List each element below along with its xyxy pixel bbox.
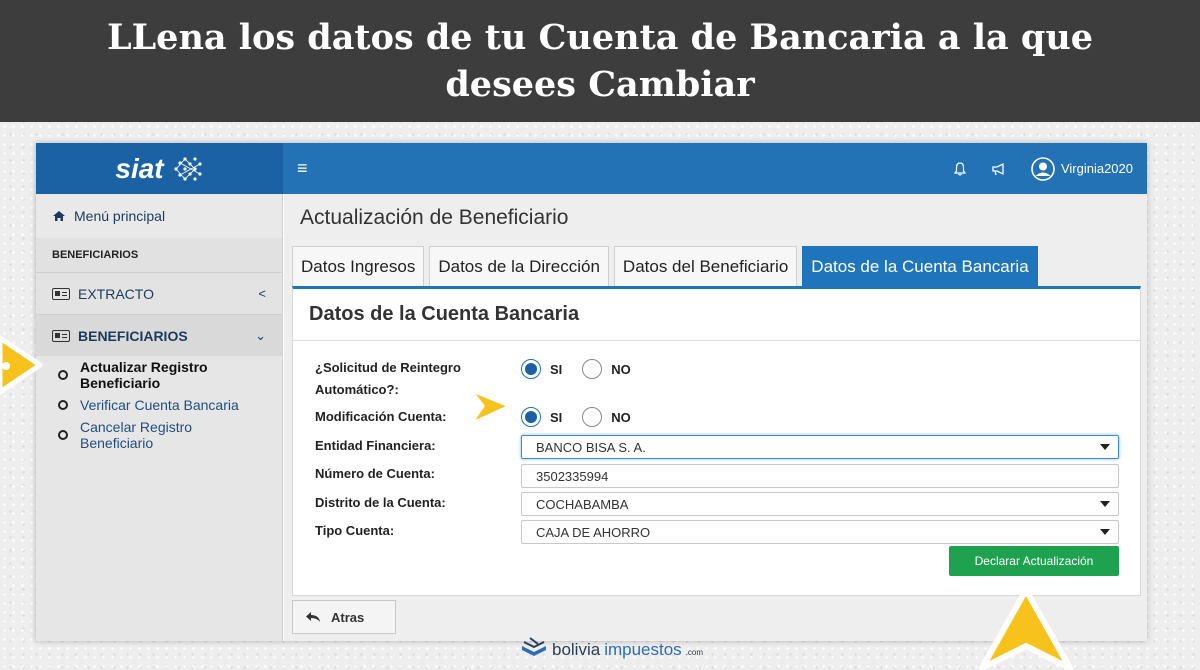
home-icon — [53, 211, 65, 221]
tab-datos-ingresos[interactable]: Datos Ingresos — [292, 246, 425, 286]
username: Virginia2020 — [1060, 161, 1133, 176]
brand-name: siat — [115, 152, 164, 184]
id-card-icon — [52, 329, 70, 342]
book-icon — [522, 637, 546, 656]
modificacion-yes-option[interactable]: SI — [521, 407, 562, 427]
sidebar-group-label: BENEFICIARIOS — [78, 327, 188, 344]
declare-update-button[interactable]: Declarar Actualización — [949, 546, 1119, 576]
sidebar-main-menu-label: Menú principal — [74, 208, 166, 224]
radio-label: NO — [611, 409, 631, 425]
sidebar-main-menu[interactable]: Menú principal — [36, 194, 282, 238]
banner-title: LLena los datos de tu Cuenta de Bancaria… — [106, 17, 1094, 105]
numero-label: Número de Cuenta: — [315, 466, 435, 481]
sidebar-item-verificar[interactable]: Verificar Cuenta Bancaria — [36, 390, 282, 420]
circle-icon — [58, 400, 68, 410]
radio-label: SI — [550, 409, 563, 425]
top-bar: siat ≡ Virginia2020 — [36, 143, 1147, 194]
back-button-label: Atras — [331, 609, 365, 625]
tab-datos-beneficiario[interactable]: Datos del Beneficiario — [613, 246, 798, 286]
reintegro-label-line2: Automático?: — [315, 382, 399, 397]
sidebar-item-cancelar[interactable]: Cancelar Registro Beneficiario — [36, 419, 282, 451]
circle-icon — [58, 430, 68, 440]
tutorial-banner: LLena los datos de tu Cuenta de Bancaria… — [0, 0, 1200, 122]
id-card-icon — [52, 287, 70, 300]
sidebar-section-heading: BENEFICIARIOS — [36, 238, 282, 272]
distrito-value: COCHABAMBA — [536, 496, 629, 512]
tab-datos-cuenta-bancaria[interactable]: Datos de la Cuenta Bancaria — [802, 246, 1038, 286]
numero-value: 3502335994 — [536, 468, 609, 484]
pointer-arrow-left-icon — [0, 335, 43, 395]
modificacion-radio-group: SI NO — [521, 407, 641, 427]
reintegro-yes-radio[interactable] — [521, 359, 541, 379]
radio-label: SI — [550, 361, 563, 377]
logo-text-com: .com — [685, 648, 704, 657]
bank-account-panel: Datos de la Cuenta Bancaria ¿Solicitud d… — [292, 286, 1141, 596]
reintegro-no-radio[interactable] — [582, 359, 603, 379]
reintegro-yes-option[interactable]: SI — [521, 359, 562, 379]
distrito-label: Distrito de la Cuenta: — [315, 495, 446, 510]
circle-icon — [58, 370, 68, 380]
bell-icon[interactable] — [953, 161, 967, 176]
tipo-cuenta-select[interactable]: CAJA DE AHORRO — [521, 520, 1119, 544]
reintegro-label: ¿Solicitud de Reintegro Automático?: — [315, 357, 461, 401]
siat-logo[interactable]: siat — [36, 143, 283, 194]
panel-title: Datos de la Cuenta Bancaria — [293, 289, 1140, 341]
sidebar: Menú principal BENEFICIARIOS EXTRACTO < … — [36, 194, 283, 641]
modificacion-no-radio[interactable] — [582, 407, 603, 427]
sidebar-item-label: Actualizar Registro Beneficiario — [80, 359, 208, 391]
main-content: Actualización de Beneficiario Datos Ingr… — [284, 194, 1147, 641]
chevron-down-icon: ⌄ — [255, 327, 266, 343]
nav-bar: ≡ Virginia2020 — [283, 143, 1147, 194]
caret-down-icon — [1100, 501, 1110, 507]
bolivia-impuestos-logo: bolivia impuestos .com — [520, 636, 703, 660]
tipo-label: Tipo Cuenta: — [315, 523, 395, 538]
tab-bar: Datos Ingresos Datos de la Dirección Dat… — [292, 246, 1038, 286]
caret-down-icon — [1100, 444, 1110, 450]
reintegro-radio-group: SI NO — [521, 359, 641, 379]
sidebar-group-beneficiarios[interactable]: BENEFICIARIOS ⌄ — [36, 314, 282, 356]
pointer-arrow-right-icon — [465, 385, 515, 429]
sidebar-section-label: BENEFICIARIOS — [52, 249, 139, 261]
modificacion-no-option[interactable]: NO — [582, 407, 631, 427]
entidad-financiera-select[interactable]: BANCO BISA S. A. — [521, 435, 1119, 459]
entidad-value: BANCO BISA S. A. — [536, 439, 646, 455]
user-menu[interactable]: Virginia2020 — [1031, 156, 1133, 181]
user-avatar-icon — [1031, 156, 1055, 181]
back-button[interactable]: Atras — [292, 600, 396, 634]
pointer-arrow-up-icon — [979, 587, 1073, 670]
logo-text-bolivia: bolivia — [552, 640, 601, 659]
numero-cuenta-input[interactable]: 3502335994 — [521, 464, 1119, 488]
distrito-cuenta-select[interactable]: COCHABAMBA — [521, 492, 1119, 516]
reintegro-no-option[interactable]: NO — [582, 359, 631, 379]
sidebar-group-label: EXTRACTO — [78, 285, 154, 302]
sidebar-item-actualizar[interactable]: Actualizar Registro Beneficiario — [36, 359, 282, 391]
reintegro-label-line1: ¿Solicitud de Reintegro — [315, 360, 461, 375]
dots-globe-icon — [174, 156, 202, 181]
logo-text-impuestos: impuestos — [604, 640, 682, 659]
sidebar-item-label: Verificar Cuenta Bancaria — [80, 397, 239, 413]
sidebar-group-extracto[interactable]: EXTRACTO < — [36, 272, 282, 314]
tipo-value: CAJA DE AHORRO — [536, 524, 651, 540]
radio-label: NO — [611, 361, 631, 377]
entidad-label: Entidad Financiera: — [315, 438, 436, 453]
modificacion-label: Modificación Cuenta: — [315, 409, 447, 424]
chevron-left-icon: < — [258, 286, 266, 301]
modificacion-yes-radio[interactable] — [521, 407, 541, 427]
megaphone-icon[interactable] — [991, 162, 1007, 176]
tab-datos-direccion[interactable]: Datos de la Dirección — [429, 246, 609, 286]
caret-down-icon — [1100, 529, 1110, 535]
siat-window: siat ≡ Virginia2020 Menú principal BENEF… — [36, 143, 1147, 641]
reply-arrow-icon — [306, 612, 320, 622]
page-title: Actualización de Beneficiario — [300, 206, 569, 229]
sidebar-item-label: Cancelar Registro Beneficiario — [80, 419, 193, 451]
hamburger-icon[interactable]: ≡ — [297, 158, 308, 179]
